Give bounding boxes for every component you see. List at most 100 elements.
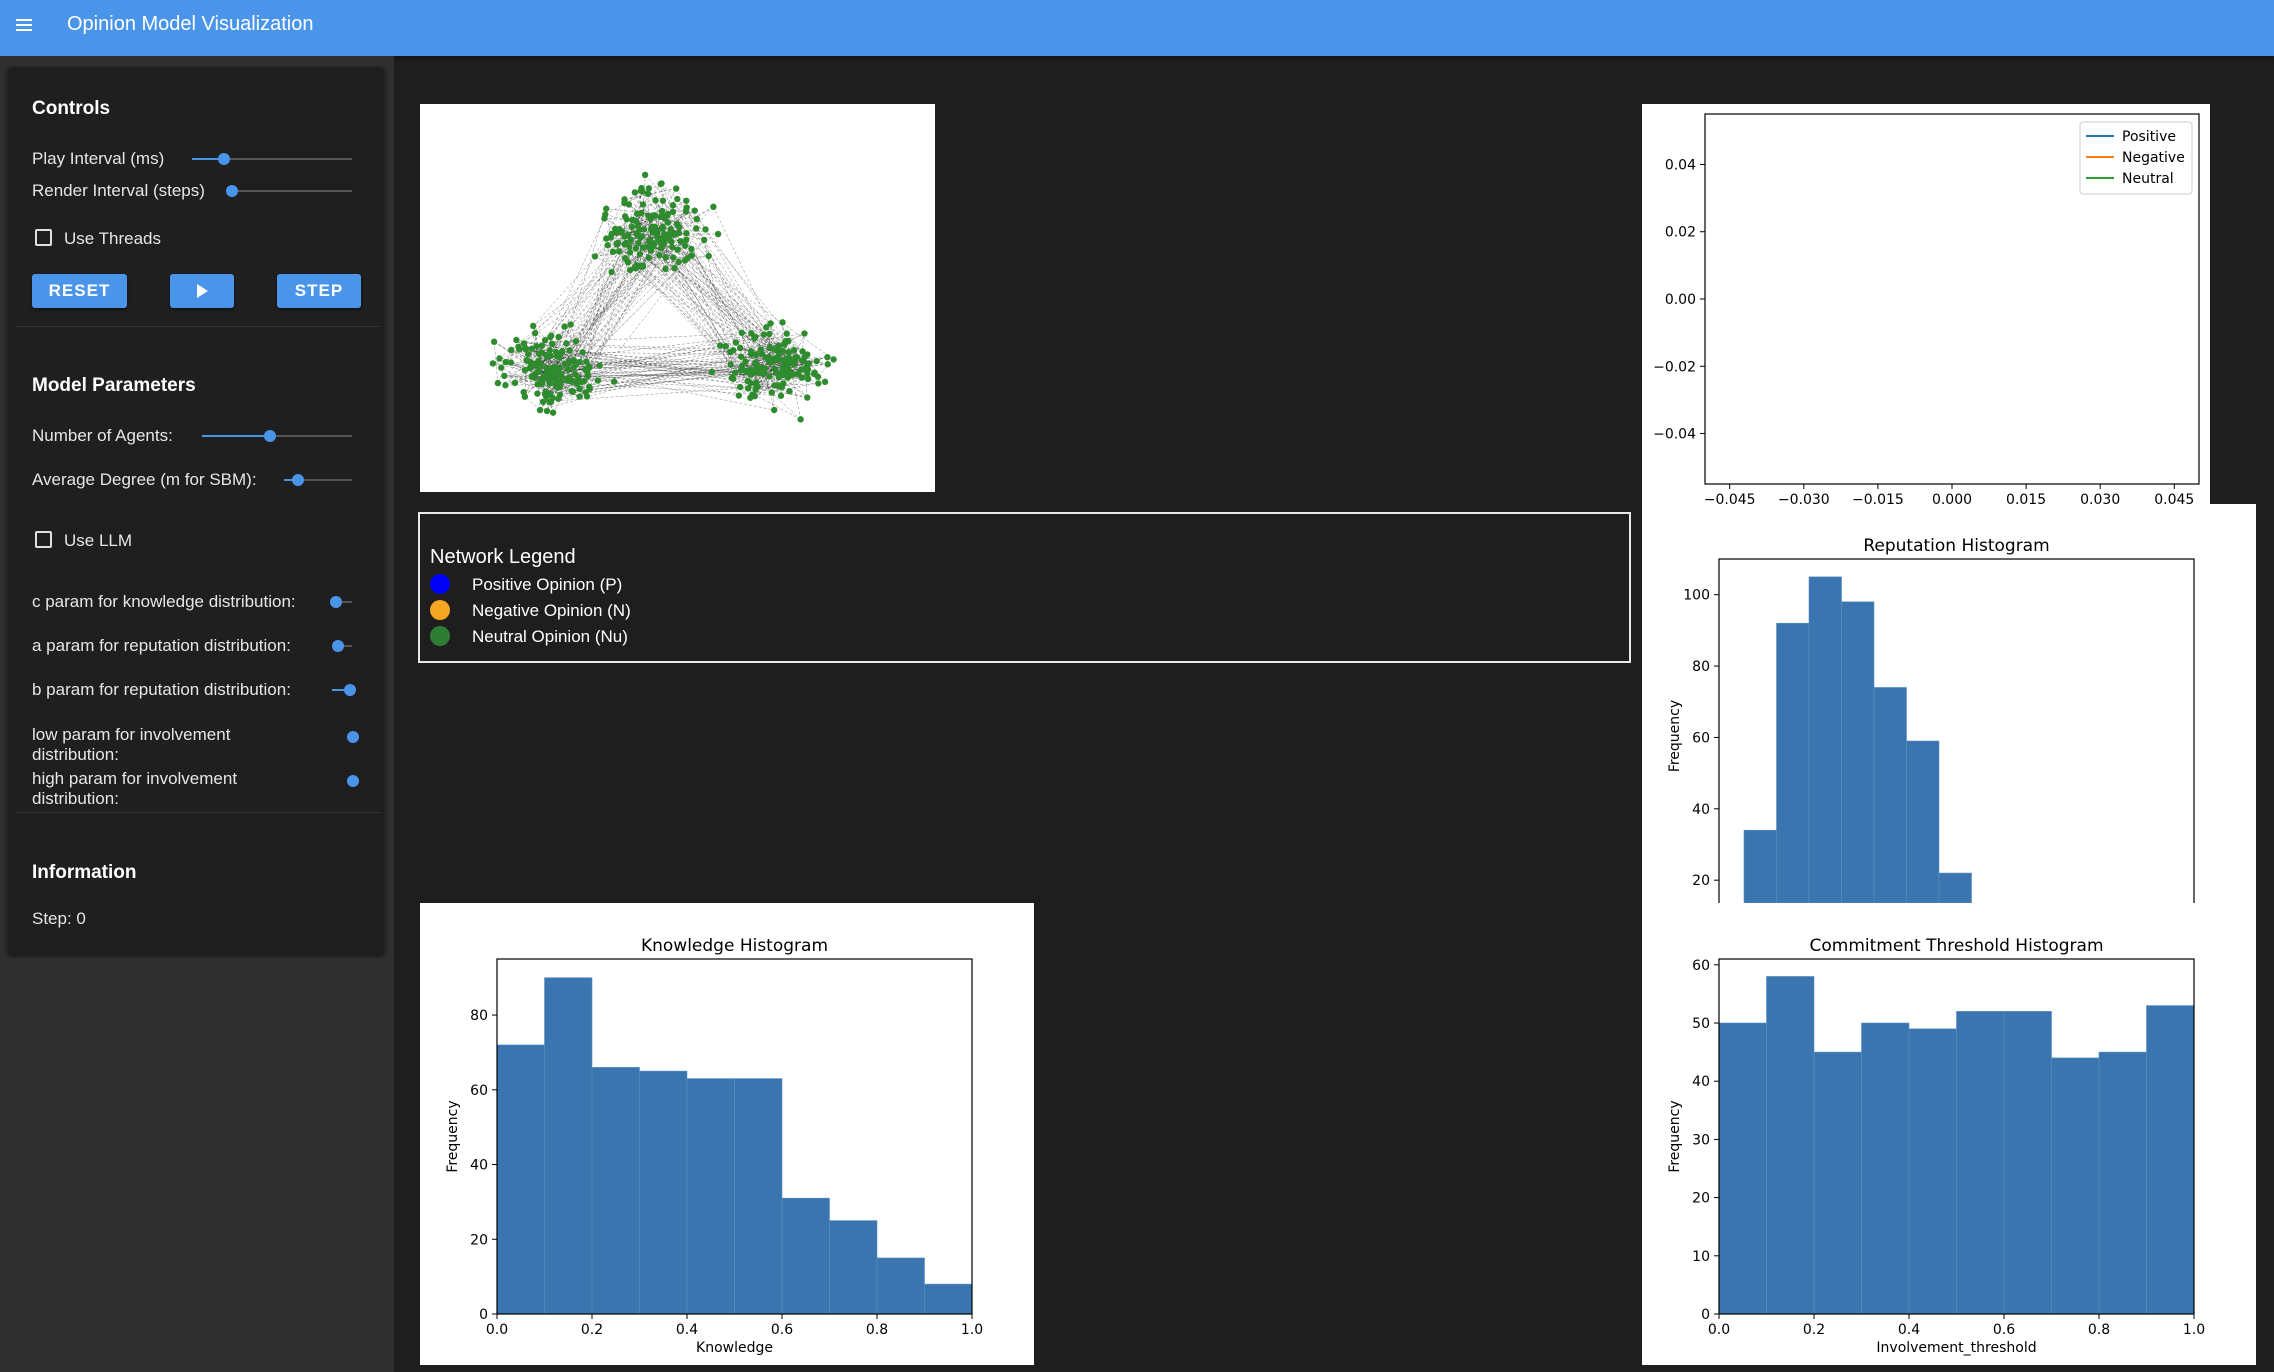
step-button[interactable]: STEP: [277, 274, 361, 308]
network-node: [618, 228, 626, 235]
slider-thumb[interactable]: [291, 474, 304, 486]
legend-label: Positive Opinion (P): [472, 575, 623, 594]
slider-thumb[interactable]: [331, 640, 344, 652]
network-node: [683, 230, 690, 237]
app-bar: Opinion Model Visualization: [0, 0, 2274, 56]
network-node: [797, 416, 804, 423]
network-node: [555, 395, 562, 402]
reputation-histogram: Reputation Histogram 100 80 60 40 20 Frequency: [1667, 536, 2195, 903]
legend-label: Negative Opinion (N): [472, 601, 631, 620]
histogram-bar: [1718, 1022, 1767, 1315]
network-node: [603, 235, 610, 242]
network-node: [623, 216, 630, 223]
network-node: [782, 369, 790, 376]
histogram-bar: [686, 1078, 735, 1315]
c-param-slider[interactable]: [330, 595, 352, 609]
network-node: [609, 248, 617, 256]
histogram-bar: [1861, 1022, 1910, 1315]
a-param-slider[interactable]: [331, 639, 352, 653]
use-threads-checkbox[interactable]: [35, 229, 52, 246]
network-node: [638, 233, 646, 240]
network-node: [576, 393, 583, 400]
network-node: [541, 336, 549, 344]
b-param-slider[interactable]: [332, 683, 356, 697]
network-node: [660, 233, 668, 241]
network-node: [675, 258, 682, 266]
network-node: [659, 197, 667, 204]
network-node: [714, 230, 722, 238]
reset-button[interactable]: RESET: [32, 274, 127, 308]
slider-thumb[interactable]: [218, 153, 230, 165]
low-param-slider[interactable]: [347, 731, 359, 743]
slider-thumb[interactable]: [226, 185, 238, 197]
network-edge: [572, 258, 626, 392]
network-node: [649, 212, 657, 220]
histogram-bar: [1766, 976, 1815, 1315]
network-node: [785, 354, 793, 362]
histogram-bar: [1906, 740, 1940, 903]
y-tick-label: 10: [1692, 1249, 1710, 1265]
network-node: [610, 378, 618, 385]
menu-icon[interactable]: [12, 13, 36, 37]
network-node: [821, 378, 829, 386]
network-node: [783, 330, 790, 337]
network-node: [608, 268, 615, 276]
network-node: [748, 330, 755, 337]
network-node: [629, 217, 636, 224]
network-node: [529, 372, 537, 379]
network-node: [513, 336, 520, 344]
network-node: [632, 245, 640, 252]
network-node: [777, 392, 785, 399]
network-node: [547, 333, 554, 341]
network-node: [489, 360, 497, 367]
network-node: [490, 338, 498, 345]
histogram-bar: [1808, 576, 1842, 903]
slider-thumb[interactable]: [344, 684, 356, 696]
y-tick-label: 60: [1692, 730, 1710, 746]
network-edge: [552, 260, 686, 345]
network-edge: [672, 205, 746, 362]
render-interval-slider[interactable]: [226, 184, 352, 198]
network-node: [625, 201, 633, 208]
network-node: [761, 365, 769, 372]
chart-title: Reputation Histogram: [1863, 536, 2049, 556]
network-node: [552, 372, 559, 380]
network-node: [633, 261, 640, 269]
network-node: [670, 254, 677, 261]
network-node: [501, 372, 508, 380]
num-agents-slider[interactable]: [202, 429, 352, 443]
legend-dot: [430, 600, 450, 620]
play-interval-slider[interactable]: [192, 152, 352, 166]
use-llm-checkbox[interactable]: [35, 531, 52, 548]
network-node: [656, 251, 663, 259]
legend-dot: [430, 626, 450, 646]
network-node: [801, 330, 808, 337]
network-node: [768, 389, 776, 396]
network-edge: [564, 251, 620, 327]
network-node: [765, 353, 773, 361]
network-node: [677, 238, 684, 245]
avg-degree-slider[interactable]: [284, 473, 352, 487]
histogram-bar: [1776, 622, 1810, 903]
network-node: [530, 322, 537, 330]
slider-thumb[interactable]: [330, 596, 342, 608]
opinion-line-chart-panel: −0.045 −0.030 −0.015 0.000 0.015 0.030 0.045 0.…: [1642, 104, 2210, 510]
high-param-slider[interactable]: [347, 775, 359, 787]
x-tick-label: 1.0: [961, 1322, 983, 1338]
network-node: [520, 388, 527, 396]
network-node: [774, 356, 781, 363]
commitment-threshold-histogram: Commitment Threshold Histogram 0 10 20 30 40 5…: [1667, 936, 2205, 1356]
network-node: [749, 391, 756, 399]
network-node: [582, 389, 589, 396]
network-node: [511, 379, 519, 387]
network-node: [596, 362, 603, 369]
knowledge-histogram-panel: Knowledge Histogram 0 20 40 60 80 0.0 0.2 0.4 0.6…: [420, 903, 1034, 1365]
network-node: [572, 338, 580, 345]
network-node: [798, 357, 806, 364]
network-node: [633, 230, 640, 237]
x-tick-label: 0.4: [1898, 1322, 1920, 1338]
network-node: [567, 321, 574, 328]
network-node: [760, 331, 768, 338]
play-button[interactable]: [170, 274, 234, 308]
slider-thumb[interactable]: [263, 430, 276, 442]
